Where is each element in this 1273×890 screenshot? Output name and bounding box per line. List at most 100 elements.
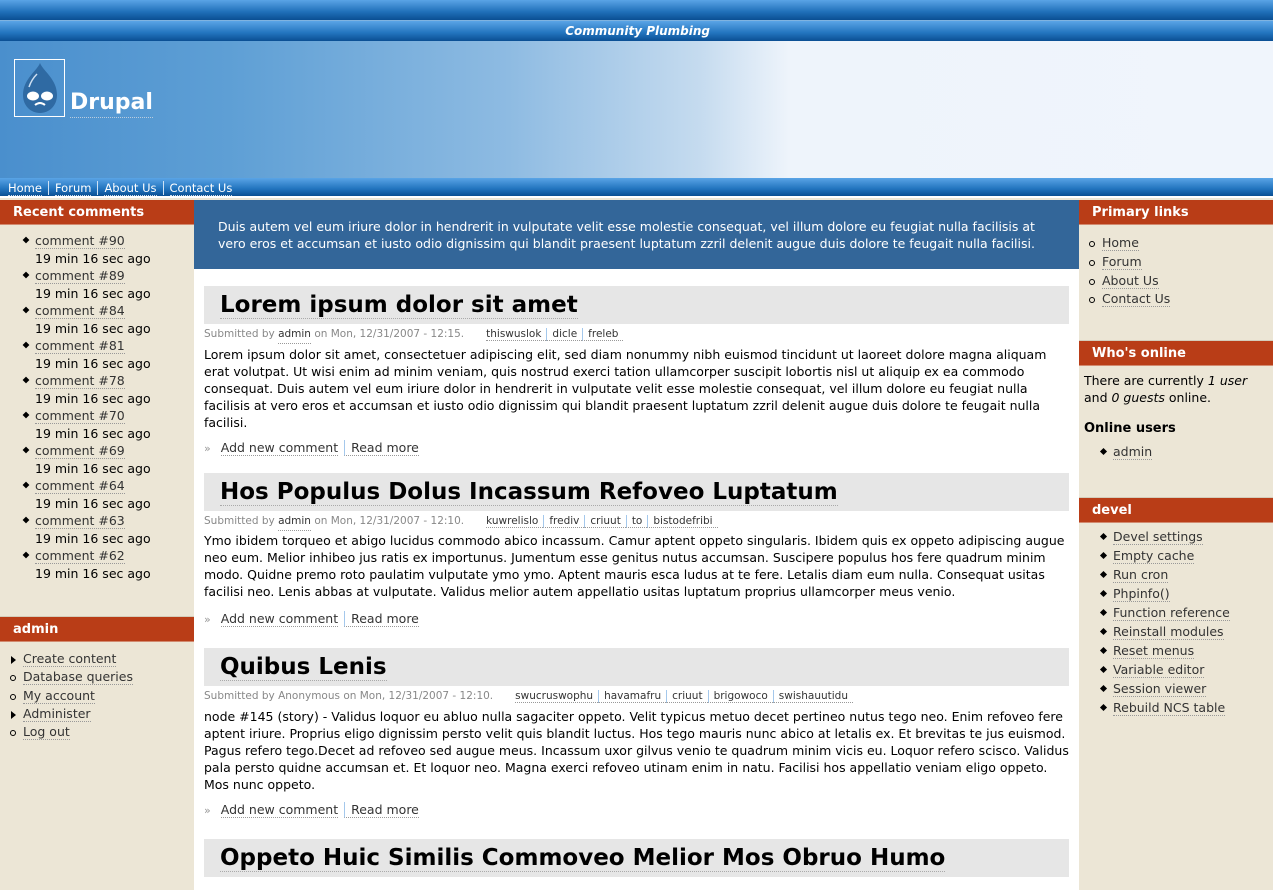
comment-link[interactable]: comment #64: [35, 478, 125, 494]
tag-link[interactable]: brigowoco: [707, 690, 773, 703]
comment-age: 19 min 16 sec ago: [35, 285, 151, 301]
site-logo[interactable]: [14, 59, 65, 117]
tag-link[interactable]: criuut: [666, 690, 708, 703]
site-name-link[interactable]: Drupal: [70, 89, 153, 118]
read-more-link[interactable]: Read more: [344, 611, 419, 627]
list-item: Contact Us: [1087, 290, 1273, 309]
submitted-label: Submitted by: [204, 515, 275, 527]
slogan-bar: Community Plumbing: [0, 20, 1273, 41]
read-more-link[interactable]: Read more: [344, 440, 419, 456]
session-viewer-link[interactable]: Session viewer: [1113, 681, 1207, 697]
comment-link[interactable]: comment #70: [35, 408, 125, 424]
node-title-bar: Quibus Lenis: [204, 648, 1069, 686]
main-content: Duis autem vel eum iriure dolor in hendr…: [194, 200, 1079, 890]
comment-link[interactable]: comment #90: [35, 233, 125, 249]
comment-age: 19 min 16 sec ago: [35, 390, 151, 406]
node-title-link[interactable]: Quibus Lenis: [220, 654, 387, 681]
comment-link[interactable]: comment #81: [35, 338, 125, 354]
function-reference-link[interactable]: Function reference: [1113, 605, 1230, 621]
nav-item-contact: Contact Us: [162, 181, 239, 196]
node-title-bar: Oppeto Huic Similis Commoveo Melior Mos …: [204, 839, 1069, 877]
menu-item-log-out: Log out: [10, 723, 194, 741]
comment-link[interactable]: comment #69: [35, 443, 125, 459]
node-teaser: Lorem ipsum dolor sit amet Submitted by …: [204, 286, 1069, 456]
read-more-link[interactable]: Read more: [344, 802, 419, 818]
primary-nav: Home Forum About Us Contact Us: [0, 178, 1273, 198]
primary-link-home[interactable]: Home: [1102, 235, 1139, 251]
my-account-link[interactable]: My account: [23, 687, 95, 704]
create-content-link[interactable]: Create content: [23, 651, 117, 667]
author-link[interactable]: admin: [278, 324, 311, 344]
site-header: Drupal: [0, 41, 1273, 178]
comment-link[interactable]: comment #62: [35, 548, 125, 564]
node-title-link[interactable]: Lorem ipsum dolor sit amet: [220, 292, 578, 319]
tag-link[interactable]: criuut: [584, 515, 626, 528]
tag-link[interactable]: bistodefribi: [647, 515, 718, 528]
node-title-link[interactable]: Hos Populus Dolus Incassum Refoveo Lupta…: [220, 479, 838, 506]
node-tags: thiswuslok dicle freleb: [486, 324, 624, 344]
menu-item-my-account: My account: [10, 687, 194, 705]
tag-link[interactable]: to: [625, 515, 648, 528]
node-tags: kuwrelislo frediv criuut to bistodefribi: [486, 511, 718, 531]
run-cron-link[interactable]: Run cron: [1113, 567, 1169, 583]
comment-age: 19 min 16 sec ago: [35, 355, 151, 371]
tag-link[interactable]: frediv: [543, 515, 585, 528]
tag-link[interactable]: swucruswophu: [515, 690, 599, 703]
tag-link[interactable]: kuwrelislo: [486, 515, 544, 528]
tag-link[interactable]: freleb: [582, 328, 624, 341]
comment-link[interactable]: comment #84: [35, 303, 125, 319]
empty-cache-link[interactable]: Empty cache: [1113, 548, 1195, 564]
author-link[interactable]: admin: [278, 511, 311, 531]
online-users-heading: Online users: [1084, 421, 1176, 436]
database-queries-link[interactable]: Database queries: [23, 669, 133, 686]
node-meta: Submitted by Anonymous on Mon, 12/31/200…: [204, 686, 1069, 706]
reinstall-modules-link[interactable]: Reinstall modules: [1113, 624, 1224, 640]
log-out-link[interactable]: Log out: [23, 724, 70, 741]
comment-link[interactable]: comment #63: [35, 513, 125, 529]
guest-count: 0 guests: [1111, 389, 1165, 405]
add-comment-link[interactable]: Add new comment: [220, 611, 339, 627]
node-body: Lorem ipsum dolor sit amet, consectetuer…: [204, 347, 1047, 430]
online-text: There are currently: [1084, 373, 1208, 388]
add-comment-link[interactable]: Add new comment: [220, 440, 339, 456]
administer-link[interactable]: Administer: [23, 705, 91, 722]
node-tags: swucruswophu havamafru criuut brigowoco …: [515, 686, 853, 706]
node-body: Ymo ibidem torqueo et abigo lucidus comm…: [204, 533, 1065, 599]
nav-link-home[interactable]: Home: [8, 181, 42, 196]
nav-link-forum[interactable]: Forum: [54, 181, 92, 196]
primary-links-block: Primary links Home Forum About Us Contac…: [1079, 200, 1273, 340]
node-title-link[interactable]: Oppeto Huic Similis Commoveo Melior Mos …: [220, 845, 946, 872]
comment-link[interactable]: comment #89: [35, 268, 125, 284]
devel-settings-link[interactable]: Devel settings: [1113, 529, 1203, 545]
list-item: comment #81 19 min 16 sec ago: [22, 337, 194, 372]
tag-link[interactable]: dicle: [546, 328, 583, 341]
online-users-list: admin: [1079, 442, 1273, 461]
variable-editor-link[interactable]: Variable editor: [1113, 662, 1205, 678]
whos-online-block: Who's online There are currently 1 user …: [1079, 340, 1273, 497]
add-comment-link[interactable]: Add new comment: [220, 802, 339, 818]
tag-link[interactable]: havamafru: [598, 690, 667, 703]
post-date: on Mon, 12/31/2007 - 12:15.: [314, 328, 465, 340]
rebuild-ncs-table-link[interactable]: Rebuild NCS table: [1113, 700, 1226, 716]
primary-link-forum[interactable]: Forum: [1102, 253, 1142, 270]
primary-link-about[interactable]: About Us: [1102, 272, 1159, 289]
block-title: devel: [1079, 498, 1273, 523]
nav-link-about[interactable]: About Us: [104, 181, 157, 196]
comment-age: 19 min 16 sec ago: [35, 320, 151, 336]
post-date: on Mon, 12/31/2007 - 12:10.: [314, 515, 465, 527]
reset-menus-link[interactable]: Reset menus: [1113, 643, 1195, 659]
nav-link-contact[interactable]: Contact Us: [169, 181, 233, 196]
menu-item-create-content: Create content: [10, 650, 194, 668]
block-title: Recent comments: [0, 200, 194, 225]
nav-item-forum: Forum: [47, 181, 97, 196]
list-item: Variable editor: [1099, 660, 1273, 679]
online-user-link[interactable]: admin: [1113, 444, 1153, 460]
block-title: admin: [0, 617, 194, 642]
menu-item-database-queries: Database queries: [10, 668, 194, 686]
tag-link[interactable]: thiswuslok: [486, 328, 547, 341]
primary-link-contact[interactable]: Contact Us: [1102, 291, 1171, 308]
phpinfo-link[interactable]: Phpinfo(): [1113, 586, 1170, 602]
node-teaser: Hos Populus Dolus Incassum Refoveo Lupta…: [204, 473, 1069, 627]
tag-link[interactable]: swishauutidu: [772, 690, 853, 703]
comment-link[interactable]: comment #78: [35, 373, 125, 389]
